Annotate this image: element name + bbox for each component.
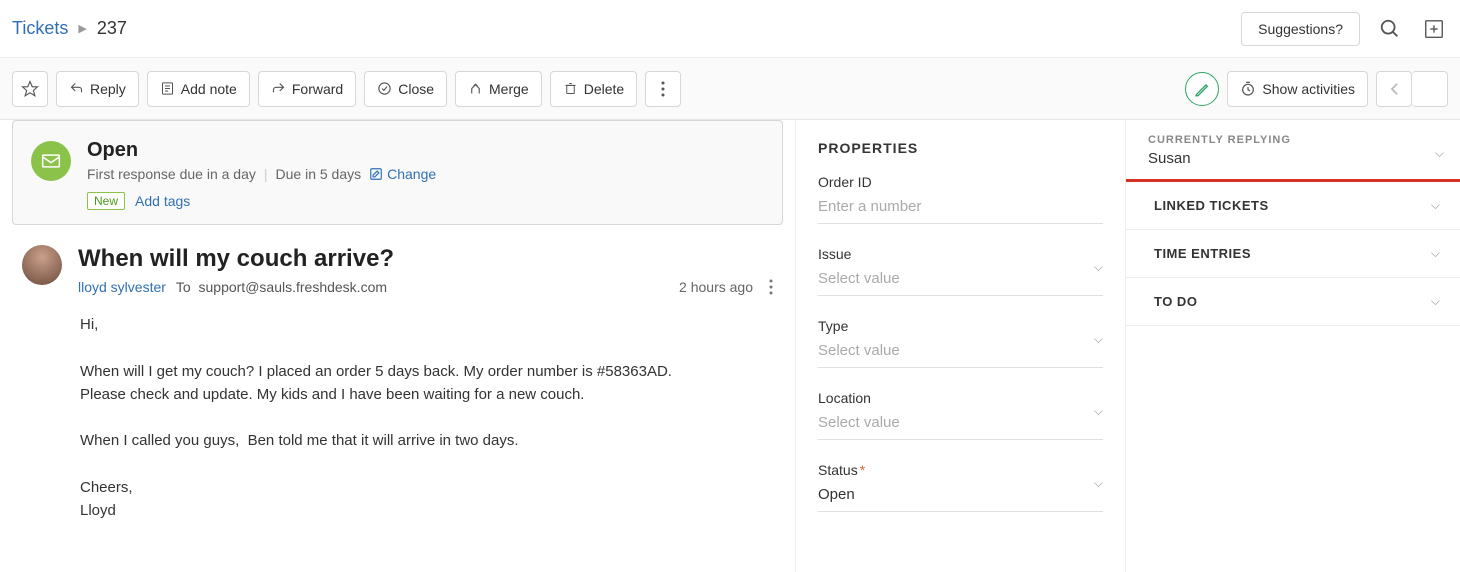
issue-select[interactable]: Select value ⌵ <box>818 266 1103 296</box>
mail-icon <box>31 141 71 181</box>
new-badge: New <box>87 192 125 210</box>
message-more-icon[interactable] <box>769 279 773 295</box>
type-label: Type <box>818 318 848 334</box>
chevron-down-icon: ⌵ <box>1094 332 1103 347</box>
delete-button[interactable]: Delete <box>550 71 637 107</box>
reply-button[interactable]: Reply <box>56 71 139 107</box>
merge-label: Merge <box>489 81 529 97</box>
ticket-status-card: Open First response due in a day | Due i… <box>12 120 783 225</box>
breadcrumb-parent-link[interactable]: Tickets <box>12 18 68 39</box>
currently-replying-label: CURRENTLY REPLYING <box>1148 134 1435 146</box>
todo-section[interactable]: TO DO ⌵ <box>1126 278 1460 326</box>
chevron-down-icon[interactable]: ⌵ <box>1435 146 1444 161</box>
to-prefix: To <box>176 279 191 295</box>
currently-replying-box: CURRENTLY REPLYING Susan ⌵ <box>1125 120 1460 182</box>
merge-button[interactable]: Merge <box>455 71 542 107</box>
properties-heading: PROPERTIES <box>818 140 1103 156</box>
location-label: Location <box>818 390 871 406</box>
issue-label: Issue <box>818 246 851 262</box>
close-label: Close <box>398 81 434 97</box>
forward-button[interactable]: Forward <box>258 71 356 107</box>
plus-square-icon[interactable] <box>1420 15 1448 43</box>
breadcrumb: Tickets ▶ 237 <box>12 18 127 39</box>
breadcrumb-ticket-id: 237 <box>97 18 127 39</box>
chevron-right-icon: ▶ <box>78 22 86 35</box>
chevron-down-icon: ⌵ <box>1094 404 1103 419</box>
chevron-down-icon: ⌵ <box>1094 260 1103 275</box>
chevron-down-icon: ⌵ <box>1431 294 1440 309</box>
message-body-text: Hi, When will I get my couch? I placed a… <box>78 295 718 522</box>
status-label: Status <box>818 462 858 478</box>
show-activities-button[interactable]: Show activities <box>1227 71 1368 107</box>
chevron-down-icon: ⌵ <box>1431 246 1440 261</box>
prev-ticket-button[interactable] <box>1376 71 1412 107</box>
currently-replying-name: Susan <box>1148 150 1435 167</box>
star-button[interactable] <box>12 71 48 107</box>
location-select[interactable]: Select value ⌵ <box>818 410 1103 440</box>
add-note-button[interactable]: Add note <box>147 71 250 107</box>
to-address: support@sauls.freshdesk.com <box>199 279 388 295</box>
order-id-label: Order ID <box>818 174 872 190</box>
message-subject: When will my couch arrive? <box>78 245 773 273</box>
from-name-link[interactable]: lloyd sylvester <box>78 279 166 295</box>
avatar <box>22 245 62 285</box>
ticket-status-title: Open <box>87 139 764 162</box>
forward-label: Forward <box>292 81 343 97</box>
first-response-text: First response due in a day <box>87 166 256 182</box>
chevron-down-icon: ⌵ <box>1431 198 1440 213</box>
due-in-text: Due in 5 days <box>276 166 362 182</box>
more-button[interactable] <box>645 71 681 107</box>
add-note-label: Add note <box>181 81 237 97</box>
search-icon[interactable] <box>1376 15 1404 43</box>
order-id-input[interactable] <box>818 194 1103 224</box>
reply-label: Reply <box>90 81 126 97</box>
time-entries-section[interactable]: TIME ENTRIES ⌵ <box>1126 230 1460 278</box>
delete-label: Delete <box>584 81 624 97</box>
suggestions-button[interactable]: Suggestions? <box>1241 12 1360 46</box>
change-due-link[interactable]: Change <box>369 166 436 182</box>
chevron-down-icon: ⌵ <box>1094 476 1103 491</box>
next-ticket-button[interactable] <box>1412 71 1448 107</box>
close-button[interactable]: Close <box>364 71 447 107</box>
add-tags-link[interactable]: Add tags <box>135 193 190 209</box>
status-select[interactable]: Open ⌵ <box>818 482 1103 512</box>
type-select[interactable]: Select value ⌵ <box>818 338 1103 368</box>
replying-indicator-icon[interactable] <box>1185 72 1219 106</box>
show-activities-label: Show activities <box>1262 81 1355 97</box>
linked-tickets-section[interactable]: LINKED TICKETS ⌵ <box>1126 182 1460 230</box>
time-ago: 2 hours ago <box>679 279 753 295</box>
